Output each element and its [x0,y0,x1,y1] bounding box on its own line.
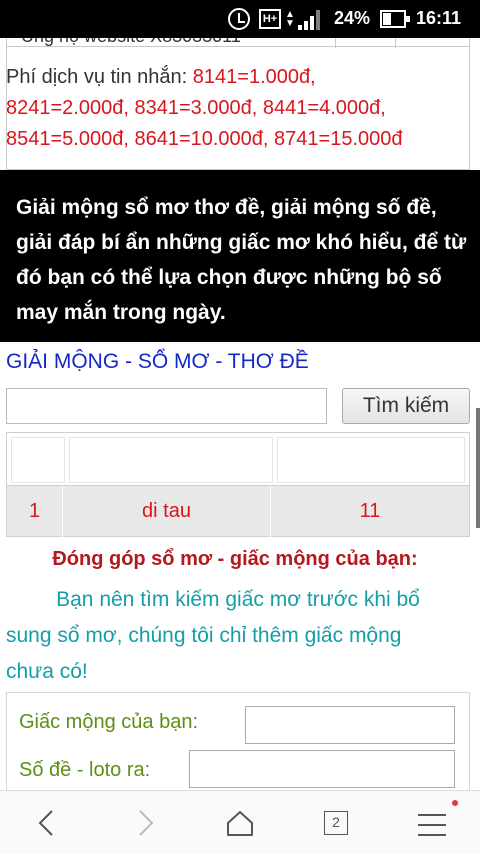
contribute-note: Bạn nên tìm kiếm giấc mơ trước khi bổ su… [6,582,470,690]
clipped-table-row: Ung hộ website X83033011 [7,38,469,48]
intro-banner: Giải mộng sổ mơ thơ đề, giải mộng số đề,… [0,170,480,342]
results-table: 1 di tau 11 [6,432,470,537]
table-header-row [11,437,465,483]
contribute-form: Giấc mộng của bạn: Số đề - loto ra: [6,692,470,790]
home-icon[interactable] [220,803,260,843]
result-dream: di tau [63,486,271,537]
dream-label: Giấc mộng của bạn: [19,711,198,733]
forward-icon[interactable] [124,803,164,843]
network-type-icon: H+ [259,9,281,29]
notification-dot-icon [452,800,458,806]
signal-icon [298,10,324,30]
price-line-1: 8141=1.000đ, [187,66,316,88]
scrollbar-thumb[interactable] [476,408,480,528]
back-icon[interactable] [28,803,68,843]
result-index: 1 [7,486,63,537]
note-line-1: Bạn nên tìm kiếm giấc mơ trước khi bổ [56,588,420,611]
sms-price-text: Phí dịch vụ tin nhắn: 8141=1.000đ, 8241=… [6,62,472,155]
web-page[interactable]: Ung hộ website X83033011 Phí dịch vụ tin… [0,38,480,790]
battery-percent: 24% [334,8,371,28]
search-input[interactable] [6,388,327,424]
tabs-icon[interactable]: 2 [324,811,348,835]
header-cell [11,437,65,483]
service-label: Phí dịch vụ tin nhắn: [6,66,188,88]
clock: 16:11 [416,8,462,28]
status-bar: H+ ▲ ▼ 24% 16:11 [0,0,480,38]
dream-input[interactable] [245,706,455,744]
search-button[interactable]: Tìm kiếm [342,388,470,424]
contribute-title: Đóng góp sổ mơ - giấc mộng của bạn: [52,548,418,570]
header-cell [69,437,273,483]
section-title: GIẢI MỘNG - SỔ MƠ - THƠ ĐỀ [6,350,309,373]
data-arrows-icon: ▲ ▼ [285,9,295,29]
intro-text: Giải mộng sổ mơ thơ đề, giải mộng số đề,… [16,196,467,324]
table-row[interactable]: 1 di tau 11 [7,485,469,537]
note-line-2: sung sổ mơ, chúng tôi chỉ thêm giấc mộng [6,624,402,647]
browser-nav-bar: 2 [0,790,480,854]
result-number: 11 [359,500,381,522]
battery-icon [380,10,410,28]
price-line-3: 8541=5.000đ, 8641=10.000đ, 8741=15.000đ [6,128,403,150]
alarm-icon [228,8,250,30]
dream-search-panel: GIẢI MỘNG - SỔ MƠ - THƠ ĐỀ Tìm kiếm 1 di… [0,342,470,790]
price-line-2: 8241=2.000đ, 8341=3.000đ, 8441=4.000đ, [6,97,386,119]
table-row-divider [7,46,469,47]
header-cell [277,437,465,483]
number-input[interactable] [189,750,455,788]
note-line-3: chưa có! [6,660,88,683]
menu-icon[interactable] [412,803,452,843]
number-label: Số đề - loto ra: [19,759,151,781]
